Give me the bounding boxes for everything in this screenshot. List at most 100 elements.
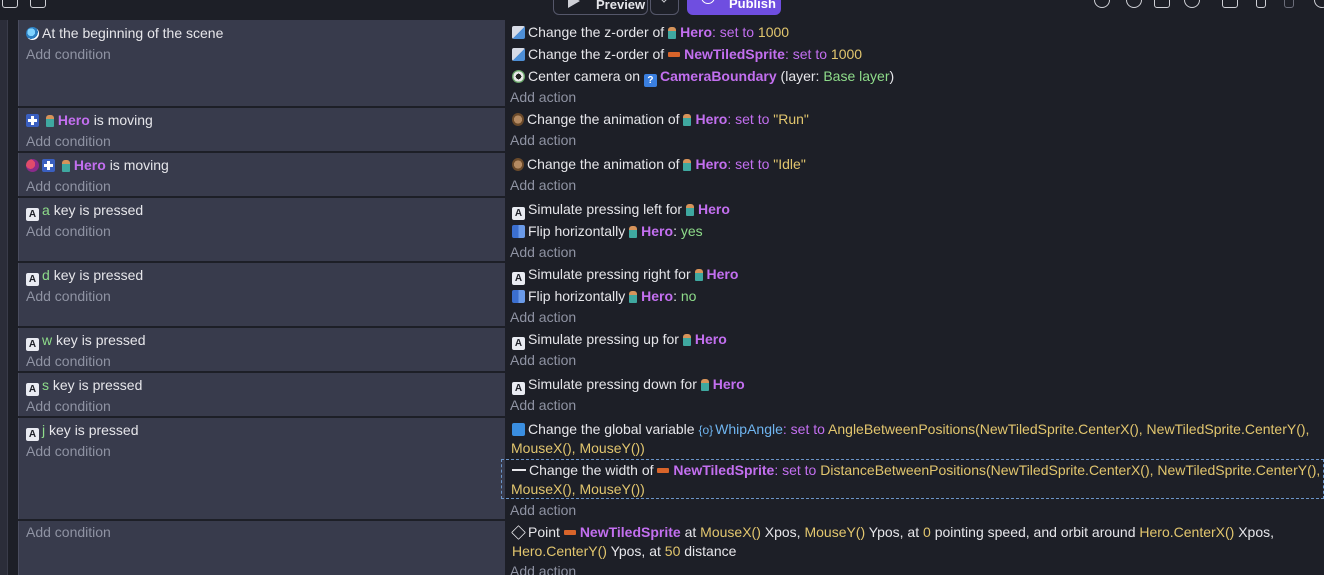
- add-condition-link[interactable]: Add condition: [26, 286, 111, 306]
- add-subevent-icon[interactable]: [1126, 0, 1142, 8]
- actions-panel: A Simulate pressing down for Hero Add act…: [505, 373, 1324, 416]
- hero-object-icon: [45, 115, 54, 127]
- keyboard-icon: A: [512, 207, 525, 220]
- add-condition-link[interactable]: Add condition: [26, 522, 111, 542]
- event-row: Ad key is pressed Add condition A Simulat…: [9, 263, 1324, 326]
- actions-panel: Change the animation of Hero: set to "Ru…: [505, 108, 1324, 151]
- unknown-object-icon: ?: [643, 74, 657, 87]
- variable-icon: [512, 423, 525, 436]
- condition[interactable]: Hero is moving: [26, 155, 169, 175]
- action[interactable]: Point NewTiledSprite at MouseX() Xpos, M…: [511, 522, 1274, 542]
- add-condition-link[interactable]: Add condition: [26, 44, 111, 64]
- add-action-link[interactable]: Add action: [510, 350, 576, 370]
- action[interactable]: Flip horizontally Hero: no: [512, 286, 696, 306]
- globe-icon: [701, 0, 715, 4]
- conditions-panel[interactable]: Hero is moving Add condition: [18, 153, 505, 196]
- tiled-sprite-object-icon: [668, 52, 681, 57]
- add-action-link[interactable]: Add action: [510, 175, 576, 195]
- event-row: Hero is moving Add condition Change the …: [9, 108, 1324, 151]
- add-action-link[interactable]: Add action: [510, 242, 576, 262]
- conditions-panel[interactable]: At the beginning of the scene Add condit…: [18, 20, 505, 106]
- event-gutter: [0, 20, 8, 575]
- event-row: Aa key is pressed Add condition A Simulat…: [9, 198, 1324, 261]
- top-toolbar: Preview Publish: [0, 0, 1324, 16]
- grid-icon[interactable]: [2, 0, 18, 8]
- conditions-panel[interactable]: As key is pressed Add condition: [18, 373, 505, 416]
- action[interactable]: A Simulate pressing left for Hero: [512, 199, 730, 220]
- undo-icon[interactable]: [1256, 0, 1266, 8]
- hero-object-icon: [683, 159, 692, 171]
- hero-object-icon: [685, 204, 694, 216]
- event-row: Add condition Point NewTiledSprite at Mo…: [9, 521, 1324, 575]
- add-condition-link[interactable]: Add condition: [26, 441, 111, 461]
- add-condition-link[interactable]: Add condition: [26, 351, 111, 371]
- comment-icon[interactable]: [1154, 0, 1170, 8]
- event-row: Hero is moving Add condition Change the …: [9, 153, 1324, 196]
- conditions-panel[interactable]: Aj key is pressed Add condition: [18, 418, 505, 519]
- action[interactable]: Change the global variable {o} WhipAngle:…: [512, 419, 1309, 439]
- conditions-panel[interactable]: Aa key is pressed Add condition: [18, 198, 505, 261]
- redo-icon[interactable]: [1284, 0, 1294, 8]
- hero-object-icon: [629, 226, 638, 238]
- actions-panel: Change the z-order of Hero: set to 1000 …: [505, 20, 1324, 106]
- hero-object-icon: [700, 379, 709, 391]
- actions-panel: A Simulate pressing right for Hero Flip h…: [505, 263, 1324, 326]
- conditions-panel[interactable]: Hero is moving Add condition: [18, 108, 505, 151]
- hero-object-icon: [682, 334, 691, 346]
- condition[interactable]: Aj key is pressed: [26, 420, 139, 441]
- conditions-panel[interactable]: Ad key is pressed Add condition: [18, 263, 505, 326]
- add-icon[interactable]: [1184, 0, 1200, 8]
- add-condition-link[interactable]: Add condition: [26, 176, 111, 196]
- condition[interactable]: Hero is moving: [26, 110, 153, 130]
- hero-object-icon: [61, 160, 70, 172]
- actions-panel: A Simulate pressing up for Hero Add actio…: [505, 328, 1324, 371]
- publish-button[interactable]: Publish: [687, 0, 781, 15]
- keyboard-icon: A: [26, 428, 39, 441]
- keyboard-icon: A: [26, 273, 39, 286]
- action-continuation: Hero.CenterY() Ypos, at 50 distance: [512, 543, 737, 559]
- add-event-icon[interactable]: [1094, 0, 1110, 8]
- condition[interactable]: At the beginning of the scene: [26, 23, 223, 43]
- add-action-link[interactable]: Add action: [510, 130, 576, 150]
- scene-icon: [26, 27, 39, 40]
- action[interactable]: A Simulate pressing up for Hero: [512, 329, 727, 350]
- action[interactable]: Change the z-order of Hero: set to 1000: [512, 22, 789, 42]
- add-condition-link[interactable]: Add condition: [26, 396, 111, 416]
- move-icon: [26, 114, 39, 127]
- add-action-link[interactable]: Add action: [510, 87, 576, 107]
- add-action-link[interactable]: Add action: [510, 500, 576, 520]
- action[interactable]: Center camera on ? CameraBoundary (layer:…: [512, 66, 894, 87]
- event-row: At the beginning of the scene Add condit…: [9, 20, 1324, 106]
- action[interactable]: Change the animation of Hero: set to "Ru…: [512, 109, 809, 129]
- actions-panel: Change the animation of Hero: set to "Id…: [505, 153, 1324, 196]
- action[interactable]: Flip horizontally Hero: yes: [512, 221, 703, 241]
- add-action-link[interactable]: Add action: [510, 307, 576, 327]
- conditions-panel[interactable]: Add condition: [18, 521, 505, 575]
- action[interactable]: A Simulate pressing right for Hero: [512, 264, 738, 285]
- preview-options-button[interactable]: [650, 0, 679, 15]
- add-action-link[interactable]: Add action: [510, 561, 576, 575]
- add-condition-link[interactable]: Add condition: [26, 131, 111, 151]
- action[interactable]: Change the animation of Hero: set to "Id…: [512, 154, 806, 174]
- keyboard-icon: A: [512, 337, 525, 350]
- flip-icon: [512, 290, 525, 303]
- condition[interactable]: Aa key is pressed: [26, 200, 143, 221]
- delete-icon[interactable]: [1222, 0, 1238, 8]
- add-condition-link[interactable]: Add condition: [26, 221, 111, 241]
- selected-action-outline: [501, 459, 1324, 499]
- z-order-icon: [512, 26, 525, 39]
- save-icon[interactable]: [30, 0, 46, 8]
- add-action-link[interactable]: Add action: [510, 395, 576, 415]
- preview-button[interactable]: Preview: [553, 0, 648, 15]
- conditions-panel[interactable]: Aw key is pressed Add condition: [18, 328, 505, 371]
- action[interactable]: A Simulate pressing down for Hero: [512, 374, 745, 395]
- condition[interactable]: Ad key is pressed: [26, 265, 143, 286]
- search-icon[interactable]: [1314, 0, 1324, 8]
- keyboard-icon: A: [26, 383, 39, 396]
- hero-object-icon: [668, 27, 677, 39]
- action[interactable]: Change the z-order of NewTiledSprite: se…: [512, 44, 862, 64]
- condition[interactable]: As key is pressed: [26, 375, 142, 396]
- animation-icon: [512, 158, 524, 171]
- rotate-toward-icon: [511, 525, 526, 540]
- condition[interactable]: Aw key is pressed: [26, 330, 146, 351]
